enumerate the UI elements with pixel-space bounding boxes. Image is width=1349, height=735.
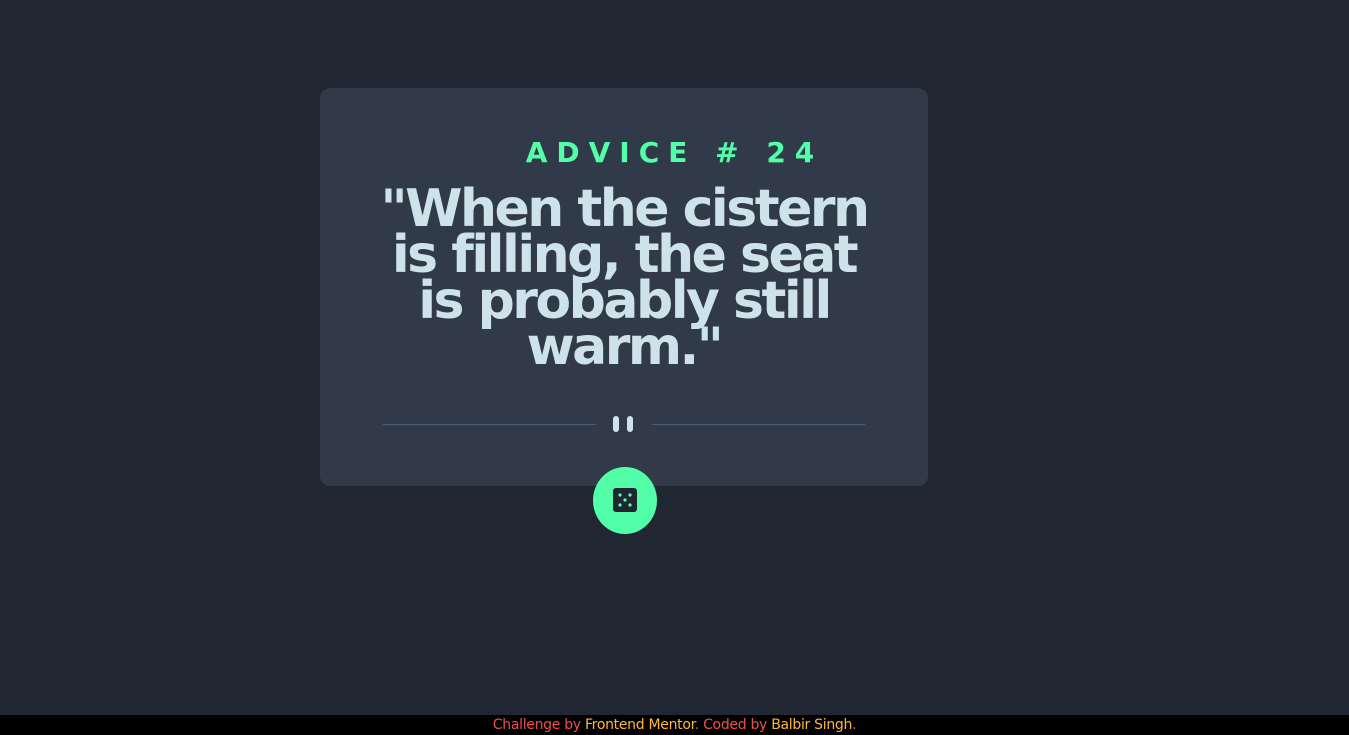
pause-bar-right bbox=[627, 416, 633, 432]
pause-bar-left bbox=[613, 416, 619, 432]
pause-icon bbox=[612, 416, 638, 432]
page: ADVICE # 24 "When the cistern is filling… bbox=[0, 0, 1349, 735]
attribution-footer: Challenge by Frontend Mentor. Coded by B… bbox=[0, 715, 1349, 735]
frontend-mentor-link[interactable]: Frontend Mentor bbox=[585, 717, 695, 733]
advice-quote: "When the cistern is filling, the seat i… bbox=[380, 179, 871, 377]
pattern-divider bbox=[383, 409, 865, 439]
footer-end: . bbox=[852, 717, 857, 733]
divider-line-left bbox=[383, 424, 596, 425]
author-link[interactable]: Balbir Singh bbox=[771, 717, 852, 733]
footer-challenge-text: Challenge by bbox=[492, 717, 585, 733]
advice-heading: ADVICE # 24 bbox=[525, 136, 824, 169]
dice-icon bbox=[613, 488, 637, 512]
divider-line-right bbox=[652, 424, 865, 425]
footer-coded-text: . Coded by bbox=[694, 717, 772, 733]
generate-advice-button[interactable] bbox=[593, 467, 657, 534]
